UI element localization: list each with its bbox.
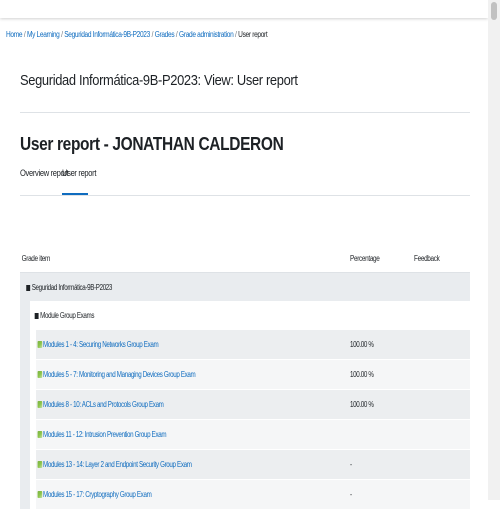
- feedback-cell: [414, 330, 470, 360]
- quiz-icon: [38, 491, 43, 498]
- breadcrumb: Home/My Learning/Seguridad Informática-9…: [6, 30, 267, 39]
- user-grade-table: Grade item Percentage Feedback Seguridad…: [20, 245, 470, 509]
- grade-item-cell: Modules 15 - 17: Cryptography Group Exam: [36, 480, 350, 509]
- folder-icon: [35, 313, 39, 319]
- breadcrumb-user-report: User report: [238, 30, 267, 39]
- active-tab-indicator: [62, 193, 88, 195]
- grade-item-row: Modules 15 - 17: Cryptography Group Exam…: [20, 480, 470, 509]
- breadcrumb-separator: /: [61, 30, 62, 39]
- grade-item-link[interactable]: Modules 5 - 7: Monitoring and Managing D…: [36, 370, 195, 379]
- table-header-row: Grade item Percentage Feedback: [20, 245, 470, 273]
- folder-icon: [26, 285, 30, 291]
- grade-item-link[interactable]: Modules 1 - 4: Securing Networks Group E…: [36, 340, 158, 349]
- grade-item-cell: Modules 1 - 4: Securing Networks Group E…: [36, 330, 350, 360]
- percentage-cell: [350, 420, 414, 450]
- breadcrumb-separator: /: [235, 30, 236, 39]
- quiz-icon: [38, 401, 43, 408]
- grade-item-cell: Modules 8 - 10: ACLs and Protocols Group…: [36, 390, 350, 420]
- feedback-cell: [414, 420, 470, 450]
- grade-item-row: Modules 1 - 4: Securing Networks Group E…: [20, 330, 470, 360]
- grade-item-row: Modules 13 - 14: Layer 2 and Endpoint Se…: [20, 450, 470, 480]
- quiz-icon: [38, 341, 43, 348]
- scrollbar-thumb[interactable]: [491, 2, 497, 20]
- quiz-icon: [38, 461, 43, 468]
- grade-item-cell: Modules 13 - 14: Layer 2 and Endpoint Se…: [36, 450, 350, 480]
- category-row: Seguridad Informática-9B-P2023: [20, 273, 470, 302]
- breadcrumb-my-learning[interactable]: My Learning: [27, 30, 59, 39]
- percentage-cell: 100.00 %: [350, 330, 414, 360]
- subcategory-label: Module Group Exams: [30, 311, 94, 320]
- grade-item-link[interactable]: Modules 8 - 10: ACLs and Protocols Group…: [36, 400, 164, 409]
- breadcrumb-course[interactable]: Seguridad Informática-9B-P2023: [64, 30, 150, 39]
- indent-cell: [20, 450, 30, 480]
- category-label: Seguridad Informática-9B-P2023: [20, 283, 112, 292]
- feedback-cell: [414, 480, 470, 509]
- grade-item-link[interactable]: Modules 15 - 17: Cryptography Group Exam: [36, 490, 151, 499]
- category-cell: Seguridad Informática-9B-P2023: [20, 273, 470, 302]
- percentage-cell: 100.00 %: [350, 360, 414, 390]
- top-navbar: [0, 0, 488, 18]
- quiz-icon: [38, 371, 43, 378]
- indent-cell: [20, 360, 30, 390]
- indent-cell: [20, 330, 30, 360]
- breadcrumb-separator: /: [176, 30, 177, 39]
- feedback-cell: [414, 360, 470, 390]
- grade-item-link[interactable]: Modules 13 - 14: Layer 2 and Endpoint Se…: [36, 460, 192, 469]
- tab-user-report[interactable]: User report: [62, 168, 96, 178]
- breadcrumb-home[interactable]: Home: [6, 30, 22, 39]
- subcategory-cell: Module Group Exams: [30, 301, 470, 330]
- scrollbar[interactable]: [488, 0, 500, 500]
- feedback-cell: [414, 450, 470, 480]
- breadcrumb-separator: /: [152, 30, 153, 39]
- indent-cell: [20, 301, 30, 330]
- percentage-cell: -: [350, 450, 414, 480]
- grade-item-row: Modules 5 - 7: Monitoring and Managing D…: [20, 360, 470, 390]
- feedback-cell: [414, 390, 470, 420]
- report-title: User report - JONATHAN CALDERON: [20, 134, 283, 155]
- indent-cell: [20, 480, 30, 509]
- grade-item-row: Modules 8 - 10: ACLs and Protocols Group…: [20, 390, 470, 420]
- percentage-cell: -: [350, 480, 414, 509]
- column-header-feedback: Feedback: [414, 245, 470, 273]
- breadcrumb-separator: /: [24, 30, 25, 39]
- page-header: Seguridad Informática-9B-P2023: View: Us…: [20, 72, 298, 89]
- grade-item-cell: Modules 5 - 7: Monitoring and Managing D…: [36, 360, 350, 390]
- report-tabs: Overview report User report: [20, 168, 470, 196]
- indent-cell: [20, 390, 30, 420]
- breadcrumb-grade-administration[interactable]: Grade administration: [179, 30, 233, 39]
- indent-cell: [20, 420, 30, 450]
- divider: [20, 112, 470, 113]
- grade-item-cell: Modules 11 - 12: Intrusion Prevention Gr…: [36, 420, 350, 450]
- grade-item-row: Modules 11 - 12: Intrusion Prevention Gr…: [20, 420, 470, 450]
- quiz-icon: [38, 431, 43, 438]
- grade-item-link[interactable]: Modules 11 - 12: Intrusion Prevention Gr…: [36, 430, 166, 439]
- column-header-percentage: Percentage: [350, 245, 414, 273]
- subcategory-row: Module Group Exams: [20, 301, 470, 330]
- column-header-grade-item: Grade item: [20, 245, 350, 273]
- percentage-cell: 100.00 %: [350, 390, 414, 420]
- breadcrumb-grades[interactable]: Grades: [155, 30, 175, 39]
